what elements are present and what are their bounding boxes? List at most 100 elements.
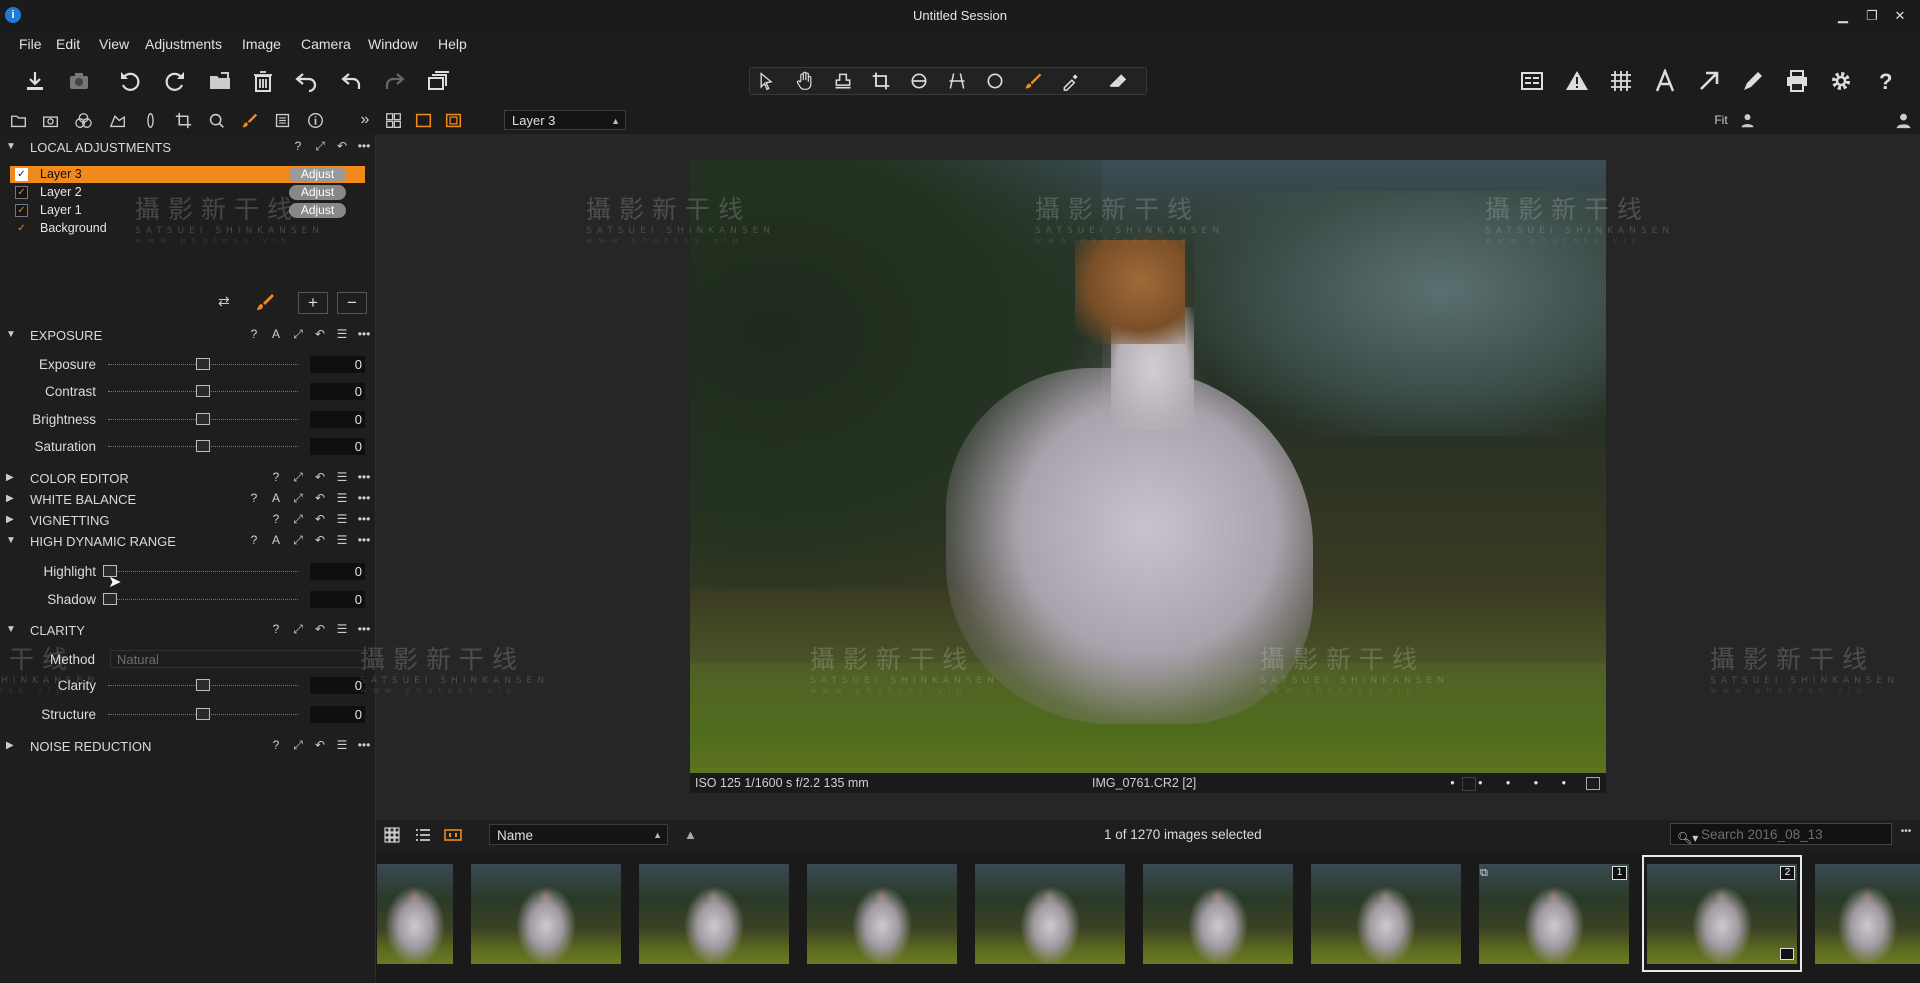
pin-icon[interactable]: ⤢ — [291, 738, 305, 753]
rating-dots[interactable]: • • • • • — [1450, 776, 1576, 790]
more-dots-icon[interactable]: ••• — [357, 512, 371, 527]
pin-icon[interactable]: ⤢ — [291, 622, 305, 637]
more-tabs-button[interactable]: » — [355, 110, 375, 130]
hand-pan-icon[interactable] — [792, 70, 818, 92]
white-balance-header[interactable]: ▶ WHITE BALANCE ? A ⤢ ↶ ☰ ••• — [0, 489, 375, 509]
undo-icon[interactable] — [336, 66, 366, 96]
reset-icon[interactable]: ↶ — [313, 470, 327, 485]
slider-value-field[interactable]: 0 — [310, 563, 365, 580]
thumbnail[interactable] — [377, 864, 453, 964]
collapse-triangle-icon[interactable]: ▼ — [6, 329, 16, 340]
reset-icon[interactable]: ↶ — [313, 327, 327, 342]
brush-icon[interactable] — [1020, 70, 1046, 92]
close-button[interactable]: ✕ — [1889, 6, 1911, 26]
method-select[interactable]: Natural — [110, 650, 372, 668]
hdr-header[interactable]: ▼ HIGH DYNAMIC RANGE ? A ⤢ ↶ ☰ ••• — [0, 531, 375, 551]
menu-help[interactable]: Help — [438, 36, 467, 52]
help-small-icon[interactable]: ? — [247, 491, 261, 506]
thumbnail[interactable] — [975, 864, 1125, 964]
more-dots-icon[interactable]: ••• — [357, 139, 371, 154]
selected-thumbnail-frame[interactable] — [1642, 855, 1802, 972]
maximize-button[interactable]: ❐ — [1861, 6, 1883, 26]
layer-settings-icon[interactable]: ⇄ — [218, 293, 240, 313]
camera-icon[interactable] — [64, 66, 94, 96]
help-small-icon[interactable]: ? — [247, 533, 261, 548]
color-editor-header[interactable]: ▶ COLOR EDITOR ? ⤢ ↶ ☰ ••• — [0, 468, 375, 488]
thumbnail[interactable] — [1143, 864, 1293, 964]
menu-window[interactable]: Window — [368, 36, 418, 52]
redo-icon[interactable] — [380, 66, 410, 96]
rotate-right-icon[interactable] — [160, 66, 190, 96]
person-icon[interactable] — [1737, 110, 1757, 130]
menu-file[interactable]: File — [19, 36, 42, 52]
help-small-icon[interactable]: ? — [269, 470, 283, 485]
grid-icon[interactable] — [1606, 66, 1636, 96]
help-small-icon[interactable]: ? — [291, 139, 305, 154]
expand-triangle-icon[interactable]: ▶ — [6, 740, 14, 751]
more-dots-icon[interactable]: ••• — [357, 738, 371, 753]
info-icon[interactable] — [305, 110, 325, 130]
exposure-header[interactable]: ▼ EXPOSURE ? A ⤢ ↶ ☰ ••• — [0, 325, 375, 345]
reset-icon[interactable]: ↶ — [313, 491, 327, 506]
text-annotation-icon[interactable] — [1650, 66, 1680, 96]
collapse-triangle-icon[interactable]: ▼ — [6, 141, 16, 152]
pin-icon[interactable]: ⤢ — [291, 470, 305, 485]
slider-value-field[interactable]: 0 — [310, 706, 365, 723]
undo-alt-icon[interactable] — [291, 66, 321, 96]
search-input[interactable]: 🔍︎▾ Search 2016_08_13 — [1670, 823, 1892, 845]
eraser-icon[interactable] — [1104, 70, 1130, 92]
export-arrow-icon[interactable] — [1694, 66, 1724, 96]
thumbnail[interactable] — [1311, 864, 1461, 964]
brightness-slider-row[interactable]: Brightness 0 — [0, 409, 375, 431]
thumbnail[interactable] — [639, 864, 789, 964]
slider-value-field[interactable]: 0 — [310, 438, 365, 455]
slider-track[interactable] — [108, 571, 298, 573]
menu-view[interactable]: View — [99, 36, 129, 52]
grid-thumbnails-icon[interactable] — [382, 825, 402, 845]
list-icon[interactable]: ☰ — [335, 533, 349, 548]
help-small-icon[interactable]: ? — [269, 738, 283, 753]
thumbnail[interactable] — [807, 864, 957, 964]
crop-icon[interactable] — [868, 70, 894, 92]
crop-tab-icon[interactable] — [173, 110, 193, 130]
single-view-icon[interactable] — [413, 110, 433, 130]
layer-checkbox[interactable]: ✓ — [15, 168, 28, 181]
add-layer-button[interactable]: + — [298, 292, 328, 314]
list-view-icon[interactable] — [413, 825, 433, 845]
slider-value-field[interactable]: 0 — [310, 383, 365, 400]
pin-icon[interactable]: ⤢ — [291, 491, 305, 506]
print-icon[interactable] — [1782, 66, 1812, 96]
grid-view-icon[interactable] — [383, 110, 403, 130]
auto-icon[interactable]: A — [269, 491, 283, 506]
capture-icon[interactable] — [40, 110, 60, 130]
rotate-left-icon[interactable] — [115, 66, 145, 96]
menu-image[interactable]: Image — [242, 36, 281, 52]
slider-value-field[interactable]: 0 — [310, 356, 365, 373]
remove-layer-button[interactable]: − — [337, 292, 367, 314]
browser-more-button[interactable]: ••• — [1897, 826, 1915, 837]
collapse-triangle-icon[interactable]: ▼ — [6, 535, 16, 546]
before-after-icon[interactable] — [1517, 66, 1547, 96]
warning-icon[interactable] — [1562, 66, 1592, 96]
auto-icon[interactable]: A — [269, 533, 283, 548]
metadata-small-icon[interactable] — [1586, 777, 1600, 790]
menu-edit[interactable]: Edit — [56, 36, 80, 52]
import-icon[interactable] — [20, 66, 50, 96]
slider-knob[interactable] — [103, 593, 117, 605]
pin-icon[interactable]: ⤢ — [291, 327, 305, 342]
slider-knob[interactable] — [196, 413, 210, 425]
layer-checkbox[interactable]: ✓ — [15, 204, 28, 217]
more-dots-icon[interactable]: ••• — [357, 533, 371, 548]
library-icon[interactable] — [8, 110, 28, 130]
adjust-button[interactable]: Adjust — [289, 167, 346, 182]
layer-checkbox[interactable]: ✓ — [15, 186, 28, 199]
more-dots-icon[interactable]: ••• — [357, 622, 371, 637]
circle-spot-icon[interactable] — [982, 70, 1008, 92]
slider-track[interactable] — [108, 599, 298, 601]
expand-triangle-icon[interactable]: ▶ — [6, 514, 14, 525]
shadow-slider-row[interactable]: Shadow 0 — [0, 589, 375, 611]
list-icon[interactable]: ☰ — [335, 738, 349, 753]
metadata-icon[interactable] — [272, 110, 292, 130]
filmstrip-view-icon[interactable] — [443, 825, 463, 845]
slider-knob[interactable] — [196, 440, 210, 452]
